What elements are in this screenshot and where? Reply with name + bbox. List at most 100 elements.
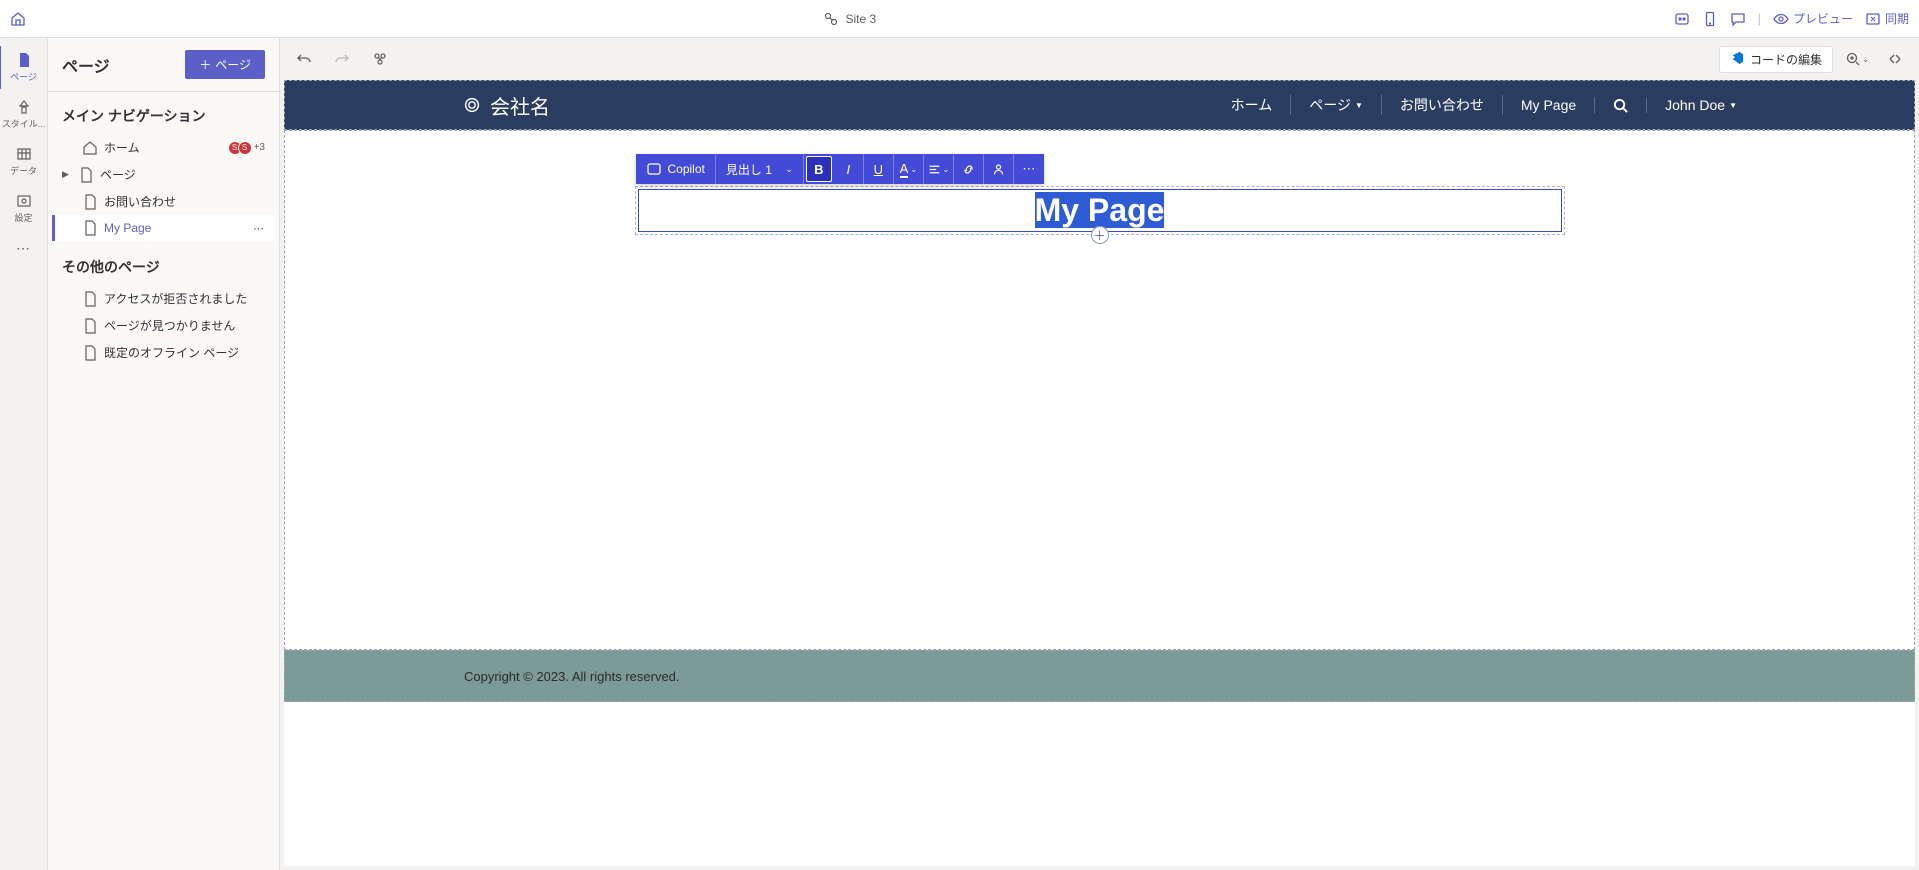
vscode-icon [1730,51,1744,68]
tree-label: ホーム [104,139,140,156]
home-icon[interactable] [10,11,26,27]
rte-style-dropdown[interactable]: 見出し 1 ⌄ [716,154,804,184]
editable-region[interactable]: Copilot 見出し 1 ⌄ B I U A⌄ ⌄ ⋯ [635,186,1565,235]
footer-text: Copyright © 2023. All rights reserved. [464,669,680,684]
chevron-right-icon[interactable]: ▶ [62,169,72,180]
section-other-pages: その他のページ [48,243,279,283]
add-page-button[interactable]: ＋ ページ [185,50,265,79]
site-brand[interactable]: 会社名 [464,91,550,120]
home-icon [82,140,98,156]
nav-my-page[interactable]: My Page [1503,97,1595,113]
tree-home[interactable]: ホーム S S +3 [52,134,275,161]
expand-button[interactable] [1881,45,1909,73]
divider: | [1758,11,1761,26]
nav-page[interactable]: ページ▼ [1291,95,1382,115]
tree-page[interactable]: ▶ ページ [52,161,275,188]
plus-icon: ＋ [199,56,211,73]
rte-personalize[interactable] [984,154,1014,184]
sync-button[interactable]: 同期 [1865,10,1909,27]
tree-label: お問い合わせ [104,193,176,210]
rte-underline[interactable]: U [864,154,894,184]
tree-offline[interactable]: 既定のオフライン ページ [52,339,275,366]
mobile-icon[interactable] [1702,11,1718,27]
brand-label: 会社名 [490,91,550,120]
badge-count: +3 [254,142,265,153]
chevron-down-icon: ⌄ [785,164,793,175]
tree-label: ページが見つかりません [104,317,235,334]
rail-style-label: スタイル... [2,117,46,130]
more-icon[interactable]: ⋯ [253,222,265,235]
rail-pages-label: ページ [10,70,37,83]
nav-user[interactable]: John Doe▼ [1647,97,1755,113]
chevron-down-icon: ⌄ [943,165,950,174]
add-section-button[interactable]: ＋ [1091,226,1109,244]
app-header: Site 3 | プレビュー 同期 [0,0,1919,38]
file-icon [82,220,98,236]
tree-contact[interactable]: お問い合わせ [52,188,275,215]
chevron-down-icon: ▼ [1729,101,1737,110]
file-icon [78,167,94,183]
site-body[interactable]: Copilot 見出し 1 ⌄ B I U A⌄ ⌄ ⋯ [284,130,1915,650]
tree-my-page[interactable]: My Page ⋯ [52,215,275,241]
add-page-label: ページ [215,56,251,73]
copilot-label: Copilot [668,162,705,176]
section-main-nav: メイン ナビゲーション [48,92,279,132]
preview-button[interactable]: プレビュー [1773,10,1853,27]
tree-not-found[interactable]: ページが見つかりません [52,312,275,339]
preview-label: プレビュー [1793,10,1853,27]
tree-label: アクセスが拒否されました [104,290,247,307]
nav-search[interactable] [1595,98,1647,113]
rte-align[interactable]: ⌄ [924,154,954,184]
design-canvas[interactable]: 会社名 ホーム ページ▼ お問い合わせ My Page John Doe▼ [284,80,1915,866]
site-icon [823,11,839,27]
rte-bold[interactable]: B [806,156,832,182]
heading-text: My Page [1035,192,1165,228]
tree-label: ページ [100,166,136,183]
rail-data[interactable]: データ [0,140,48,183]
nav-contact[interactable]: お問い合わせ [1382,95,1503,115]
badges: S S +3 [232,141,265,155]
tree-label: 既定のオフライン ページ [104,344,239,361]
code-edit-button[interactable]: コードの編集 [1719,46,1833,73]
nav-rail: ページ スタイル... データ 設定 ⋯ [0,38,48,870]
tree-access-denied[interactable]: アクセスが拒否されました [52,285,275,312]
rail-pages[interactable]: ページ [0,46,46,89]
copilot-icon[interactable] [1674,11,1690,27]
canvas-area: コードの編集 ⌄ 会社名 ホーム ページ▼ お問い合わせ My Page [280,38,1919,870]
rail-settings[interactable]: 設定 [0,187,48,230]
side-panel: ページ ＋ ページ メイン ナビゲーション ホーム S S +3 ▶ [48,38,280,870]
code-edit-label: コードの編集 [1750,51,1822,68]
file-icon [82,194,98,210]
logo-icon [464,97,480,113]
components-button[interactable] [366,45,394,73]
undo-button[interactable] [290,45,318,73]
sync-label: 同期 [1885,10,1909,27]
rte-more[interactable]: ⋯ [1014,154,1044,184]
badge-icon: S [238,141,252,155]
chevron-down-icon: ▼ [1355,101,1363,110]
redo-button[interactable] [328,45,356,73]
rte-link[interactable] [954,154,984,184]
file-icon [82,345,98,361]
canvas-toolbar: コードの編集 ⌄ [280,38,1919,80]
site-name: Site 3 [845,12,876,26]
site-header: 会社名 ホーム ページ▼ お問い合わせ My Page John Doe▼ [284,80,1915,130]
copilot-icon [646,161,662,177]
zoom-button[interactable]: ⌄ [1843,45,1871,73]
site-footer: Copyright © 2023. All rights reserved. [284,650,1915,702]
rail-style[interactable]: スタイル... [0,93,48,136]
rail-settings-label: 設定 [14,211,32,224]
chevron-down-icon: ⌄ [910,165,917,174]
site-nav: ホーム ページ▼ お問い合わせ My Page John Doe▼ [1213,95,1755,115]
tree-label: My Page [104,221,151,235]
comment-icon[interactable] [1730,11,1746,27]
rte-copilot[interactable]: Copilot [636,154,716,184]
file-icon [82,318,98,334]
nav-home[interactable]: ホーム [1213,95,1292,115]
rte-italic[interactable]: I [834,154,864,184]
rail-more[interactable]: ⋯ [0,234,48,263]
rte-font-color[interactable]: A⌄ [894,154,924,184]
file-icon [82,291,98,307]
style-name: 見出し 1 [726,161,772,178]
rte-toolbar: Copilot 見出し 1 ⌄ B I U A⌄ ⌄ ⋯ [636,154,1044,184]
